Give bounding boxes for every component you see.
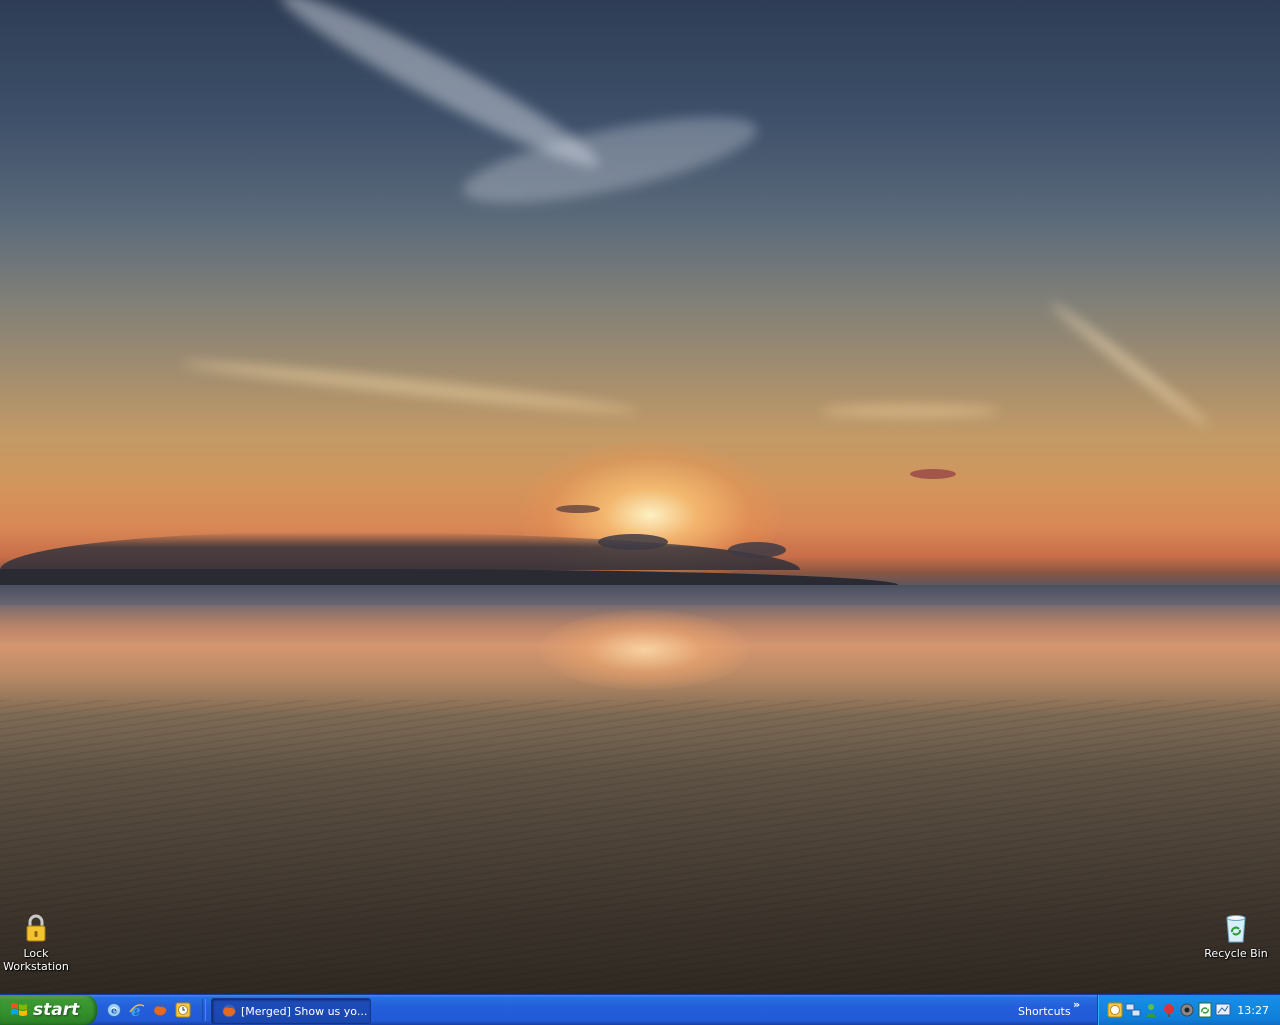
chevron-right-icon[interactable]: » (1073, 998, 1080, 1011)
sky-streak (820, 405, 1000, 417)
sky-streak (1048, 299, 1212, 431)
shield-icon[interactable] (1179, 1002, 1195, 1018)
shortcuts-toolbar[interactable]: Shortcuts » (1011, 995, 1095, 1025)
taskbar: start e e [Merged] Show us yo... Shortcu… (0, 994, 1280, 1025)
recycle-bin-icon (1226, 915, 1246, 943)
clock-app-icon[interactable] (1107, 1002, 1123, 1018)
cloud-puff (598, 534, 668, 550)
messenger-icon[interactable] (1143, 1002, 1159, 1018)
start-label: start (33, 1000, 80, 1020)
sand-ripples (0, 700, 1280, 994)
firefox-icon[interactable] (150, 1000, 170, 1020)
network-icon[interactable] (1125, 1002, 1141, 1018)
desktop-icon-label: Lock Workstation (3, 947, 69, 973)
padlock-icon (26, 914, 46, 942)
taskbar-button-label: [Merged] Show us yo... (241, 1004, 368, 1018)
system-tray: 13:27 (1097, 995, 1280, 1025)
windows-flag-icon (11, 1003, 27, 1016)
clock-app-icon[interactable] (173, 1000, 193, 1020)
cloud-puff (556, 505, 600, 513)
antivirus-icon[interactable] (1161, 1002, 1177, 1018)
desktop-wallpaper (0, 0, 1280, 994)
internet-explorer-icon[interactable]: e (104, 1000, 124, 1020)
sun-reflection (540, 610, 750, 690)
taskbar-button-firefox[interactable]: [Merged] Show us yo... (211, 998, 371, 1024)
distant-land (0, 569, 898, 585)
svg-text:e: e (111, 1007, 117, 1017)
desktop-icon-label: Recycle Bin (1204, 947, 1268, 960)
sky-streak (180, 355, 640, 419)
cloud-puff (910, 469, 956, 479)
shortcuts-label: Shortcuts (1018, 1004, 1071, 1018)
desktop-icon-recycle-bin[interactable]: Recycle Bin (1196, 912, 1276, 960)
ie-browser-icon[interactable]: e (127, 1000, 147, 1020)
sync-icon[interactable] (1197, 1002, 1213, 1018)
clock[interactable]: 13:27 (1237, 995, 1269, 1025)
toolbar-separator (202, 999, 206, 1021)
desktop-icon-lock-workstation[interactable]: Lock Workstation (0, 912, 76, 973)
firefox-icon (222, 1004, 236, 1018)
cloud-puff (728, 542, 786, 558)
display-icon[interactable] (1215, 1002, 1231, 1018)
quick-launch-toolbar: e e (104, 999, 193, 1021)
start-button[interactable]: start (0, 995, 97, 1025)
water-line (0, 585, 1280, 605)
